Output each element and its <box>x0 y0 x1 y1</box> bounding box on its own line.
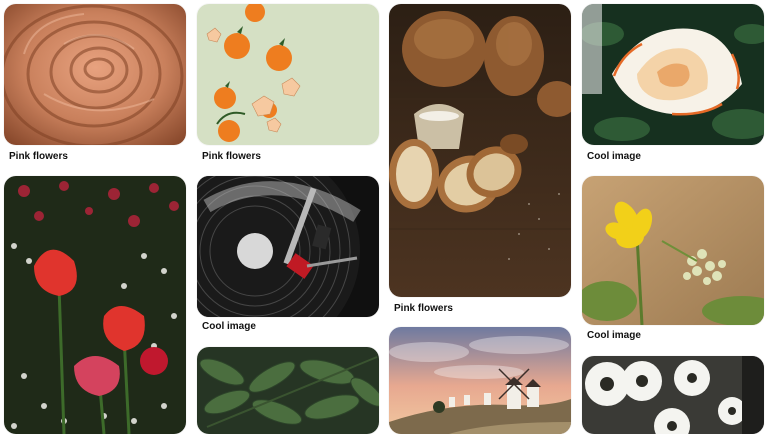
card-image-pink-rose[interactable] <box>4 4 186 145</box>
gallery-card[interactable]: Pink flowers <box>4 4 186 164</box>
card-title: Cool image <box>587 151 641 162</box>
masonry-gallery: Pink flowers Pink flowers Cool image Pin… <box>0 0 767 434</box>
card-image-vinyl-turntable[interactable] <box>197 176 379 317</box>
gallery-card[interactable] <box>389 327 571 434</box>
card-image-white-daisies[interactable] <box>582 356 764 434</box>
gallery-card[interactable]: Cool image <box>582 176 764 344</box>
gallery-card[interactable] <box>197 347 379 434</box>
gallery-card[interactable] <box>4 176 186 434</box>
card-image-white-orange-rose[interactable] <box>582 4 764 145</box>
gallery-card[interactable]: Cool image <box>582 4 764 164</box>
card-image-windmills[interactable] <box>389 327 571 434</box>
card-image-oranges[interactable] <box>197 4 379 145</box>
card-title: Pink flowers <box>9 151 68 162</box>
card-title: Cool image <box>202 321 256 332</box>
card-title: Cool image <box>587 330 641 341</box>
gallery-card[interactable]: Cool image <box>197 176 379 336</box>
gallery-card[interactable]: Pink flowers <box>389 4 571 316</box>
card-image-red-tulips[interactable] <box>4 176 186 434</box>
gallery-card[interactable] <box>582 356 764 434</box>
card-title: Pink flowers <box>202 151 261 162</box>
card-image-bread-loaves[interactable] <box>389 4 571 297</box>
gallery-card[interactable]: Pink flowers <box>197 4 379 164</box>
card-image-yellow-wildflower[interactable] <box>582 176 764 325</box>
card-title: Pink flowers <box>394 303 453 314</box>
card-image-green-leaves[interactable] <box>197 347 379 434</box>
